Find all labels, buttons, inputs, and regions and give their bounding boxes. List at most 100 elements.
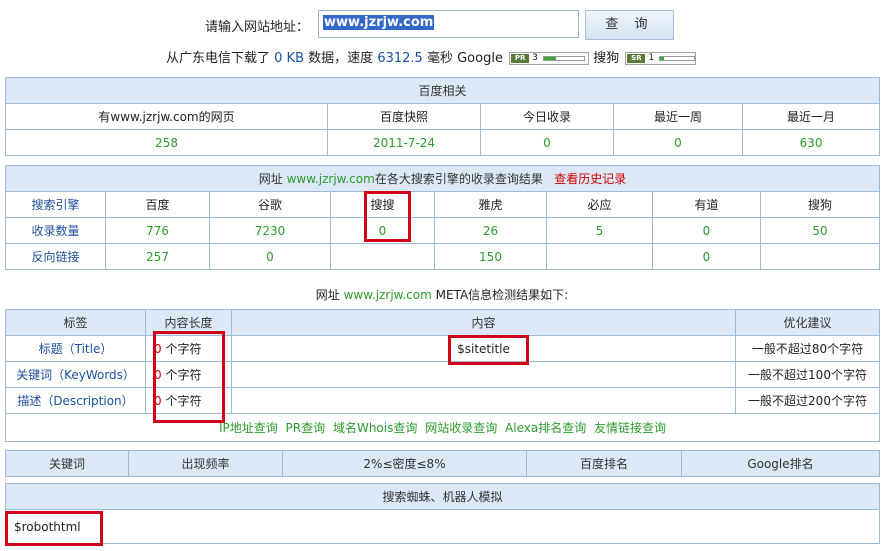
download-speed: 6312.5 [377, 51, 423, 66]
meta-advice-keywords: 一般不超过100个字符 [735, 361, 880, 388]
tool-friendlink-link[interactable]: 友情链接查询 [594, 421, 666, 435]
stats-mid2: 毫秒 [426, 51, 453, 66]
meta-header-advice: 优化建议 [735, 309, 880, 336]
engine-youdao: 有道 [652, 191, 761, 218]
count-sogou[interactable]: 50 [759, 217, 881, 244]
count-bing[interactable]: 5 [546, 217, 653, 244]
baidu-today-value: 0 [480, 129, 614, 156]
baidu-header-week: 最近一周 [613, 103, 743, 130]
meta-table: 标签 内容长度 内容 优化建议 标题（Title） 0 个字符 $sitetit… [5, 309, 880, 442]
kw-header-baidu-rank: 百度排名 [526, 450, 682, 477]
backlink-yahoo[interactable]: 150 [434, 243, 547, 270]
engines-title-suffix: 在各大搜索引擎的收录查询结果 [374, 172, 543, 186]
count-youdao[interactable]: 0 [652, 217, 761, 244]
tool-whois-link[interactable]: 域名Whois查询 [333, 421, 417, 435]
engine-yahoo: 雅虎 [434, 191, 547, 218]
pr-value: 3 [532, 53, 538, 63]
keywords-table: 关键词 出现频率 2%≤密度≤8% 百度排名 Google排名 [5, 450, 880, 477]
meta-header-content: 内容 [231, 309, 736, 336]
meta-title-domain: www.jzrjw.com [343, 288, 432, 302]
meta-tag-description: 描述（Description） [5, 387, 146, 414]
engine-soso: 搜搜 [330, 191, 435, 218]
baidu-snapshot-value[interactable]: 2011-7-24 [327, 129, 481, 156]
row-label-backlinks: 反向链接 [5, 243, 106, 270]
meta-length-title-unit: 个字符 [165, 342, 202, 356]
backlink-baidu[interactable]: 257 [105, 243, 210, 270]
meta-length-title: 0 个字符 [145, 335, 232, 362]
baidu-week-value: 0 [613, 129, 743, 156]
backlink-sogou [759, 243, 881, 270]
count-google[interactable]: 7230 [209, 217, 331, 244]
meta-title-prefix: 网址 [315, 288, 340, 302]
pr-tag: PR [511, 54, 530, 63]
sogou-sr-badge: SR 1 [625, 52, 697, 65]
kw-header-google-rank: Google排名 [681, 450, 880, 477]
tool-index-link[interactable]: 网站收录查询 [425, 421, 497, 435]
tool-alexa-link[interactable]: Alexa排名查询 [505, 421, 586, 435]
meta-header-tag: 标签 [5, 309, 146, 336]
baidu-title: 百度相关 [4, 77, 881, 104]
download-stats: 从广东电信下载了 0 KB 数据，速度 6312.5 毫秒 Google PR … [0, 47, 884, 66]
meta-length-description-unit: 个字符 [165, 394, 202, 408]
baidu-month-value: 630 [741, 129, 881, 156]
pr-bar [543, 56, 586, 61]
kw-header-keyword: 关键词 [5, 450, 129, 477]
tool-ip-link[interactable]: IP地址查询 [219, 421, 278, 435]
meta-title-suffix: META信息检测结果如下: [435, 288, 569, 302]
sr-bar-fill [660, 57, 664, 60]
url-input-value: www.jzrjw.com [323, 15, 435, 30]
pr-bar-fill [544, 57, 557, 60]
meta-content-title: $sitetitle [231, 335, 736, 362]
spider-table: 搜索蜘蛛、机器人模拟 $robothtml [5, 483, 880, 544]
meta-content-description [231, 387, 736, 414]
baidu-header-today: 今日收录 [480, 103, 614, 130]
baidu-header-pages: 有www.jzrjw.com的网页 [5, 103, 328, 130]
meta-advice-description: 一般不超过200个字符 [735, 387, 880, 414]
kw-header-density: 2%≤密度≤8% [282, 450, 527, 477]
meta-length-keywords-value: 0 [154, 368, 162, 382]
meta-tag-keywords: 关键词（KeyWords） [5, 361, 146, 388]
meta-content-keywords [231, 361, 736, 388]
meta-length-description: 0 个字符 [145, 387, 232, 414]
count-yahoo[interactable]: 26 [434, 217, 547, 244]
engines-title-prefix: 网址 [258, 172, 283, 186]
spider-content: $robothtml [5, 509, 880, 544]
engine-google: 谷歌 [209, 191, 331, 218]
stats-mid1: 数据，速度 [308, 51, 374, 66]
backlink-google[interactable]: 0 [209, 243, 331, 270]
search-label: 请输入网站地址： [205, 20, 310, 35]
meta-section-title: 网址 www.jzrjw.com META信息检测结果如下: [0, 286, 884, 303]
baidu-header-month: 最近一月 [741, 103, 881, 130]
engine-bing: 必应 [546, 191, 653, 218]
baidu-table: 百度相关 有www.jzrjw.com的网页 百度快照 今日收录 最近一周 最近… [4, 77, 881, 156]
row-label-engine: 搜索引擎 [5, 191, 106, 218]
meta-length-description-value: 0 [154, 394, 162, 408]
download-size: 0 KB [274, 51, 305, 66]
tool-links: IP地址查询 PR查询 域名Whois查询 网站收录查询 Alexa排名查询 友… [5, 413, 880, 442]
kw-header-frequency: 出现频率 [128, 450, 283, 477]
engines-table: 网址 www.jzrjw.com在各大搜索引擎的收录查询结果 查看历史记录 搜索… [4, 165, 881, 270]
baidu-pages-value[interactable]: 258 [5, 129, 328, 156]
search-row: 请输入网站地址： www.jzrjw.com 查 询 [0, 10, 884, 40]
meta-header-length: 内容长度 [145, 309, 232, 336]
meta-tag-title: 标题（Title） [5, 335, 146, 362]
baidu-header-snapshot: 百度快照 [327, 103, 481, 130]
history-link[interactable]: 查看历史记录 [554, 172, 626, 186]
sr-bar [659, 56, 696, 61]
engine-baidu: 百度 [105, 191, 210, 218]
count-soso[interactable]: 0 [330, 217, 435, 244]
meta-advice-title: 一般不超过80个字符 [735, 335, 880, 362]
google-label: Google [457, 51, 503, 66]
count-baidu[interactable]: 776 [105, 217, 210, 244]
engines-title: 网址 www.jzrjw.com在各大搜索引擎的收录查询结果 查看历史记录 [4, 165, 881, 192]
url-input[interactable]: www.jzrjw.com [318, 10, 579, 38]
backlink-youdao[interactable]: 0 [652, 243, 761, 270]
tool-pr-link[interactable]: PR查询 [286, 421, 326, 435]
engines-title-domain: www.jzrjw.com [286, 172, 375, 186]
meta-length-keywords-unit: 个字符 [165, 368, 202, 382]
row-label-count: 收录数量 [5, 217, 106, 244]
query-button[interactable]: 查 询 [585, 10, 674, 40]
sr-tag: SR [627, 54, 646, 63]
meta-length-title-value: 0 [154, 342, 162, 356]
backlink-soso [330, 243, 435, 270]
